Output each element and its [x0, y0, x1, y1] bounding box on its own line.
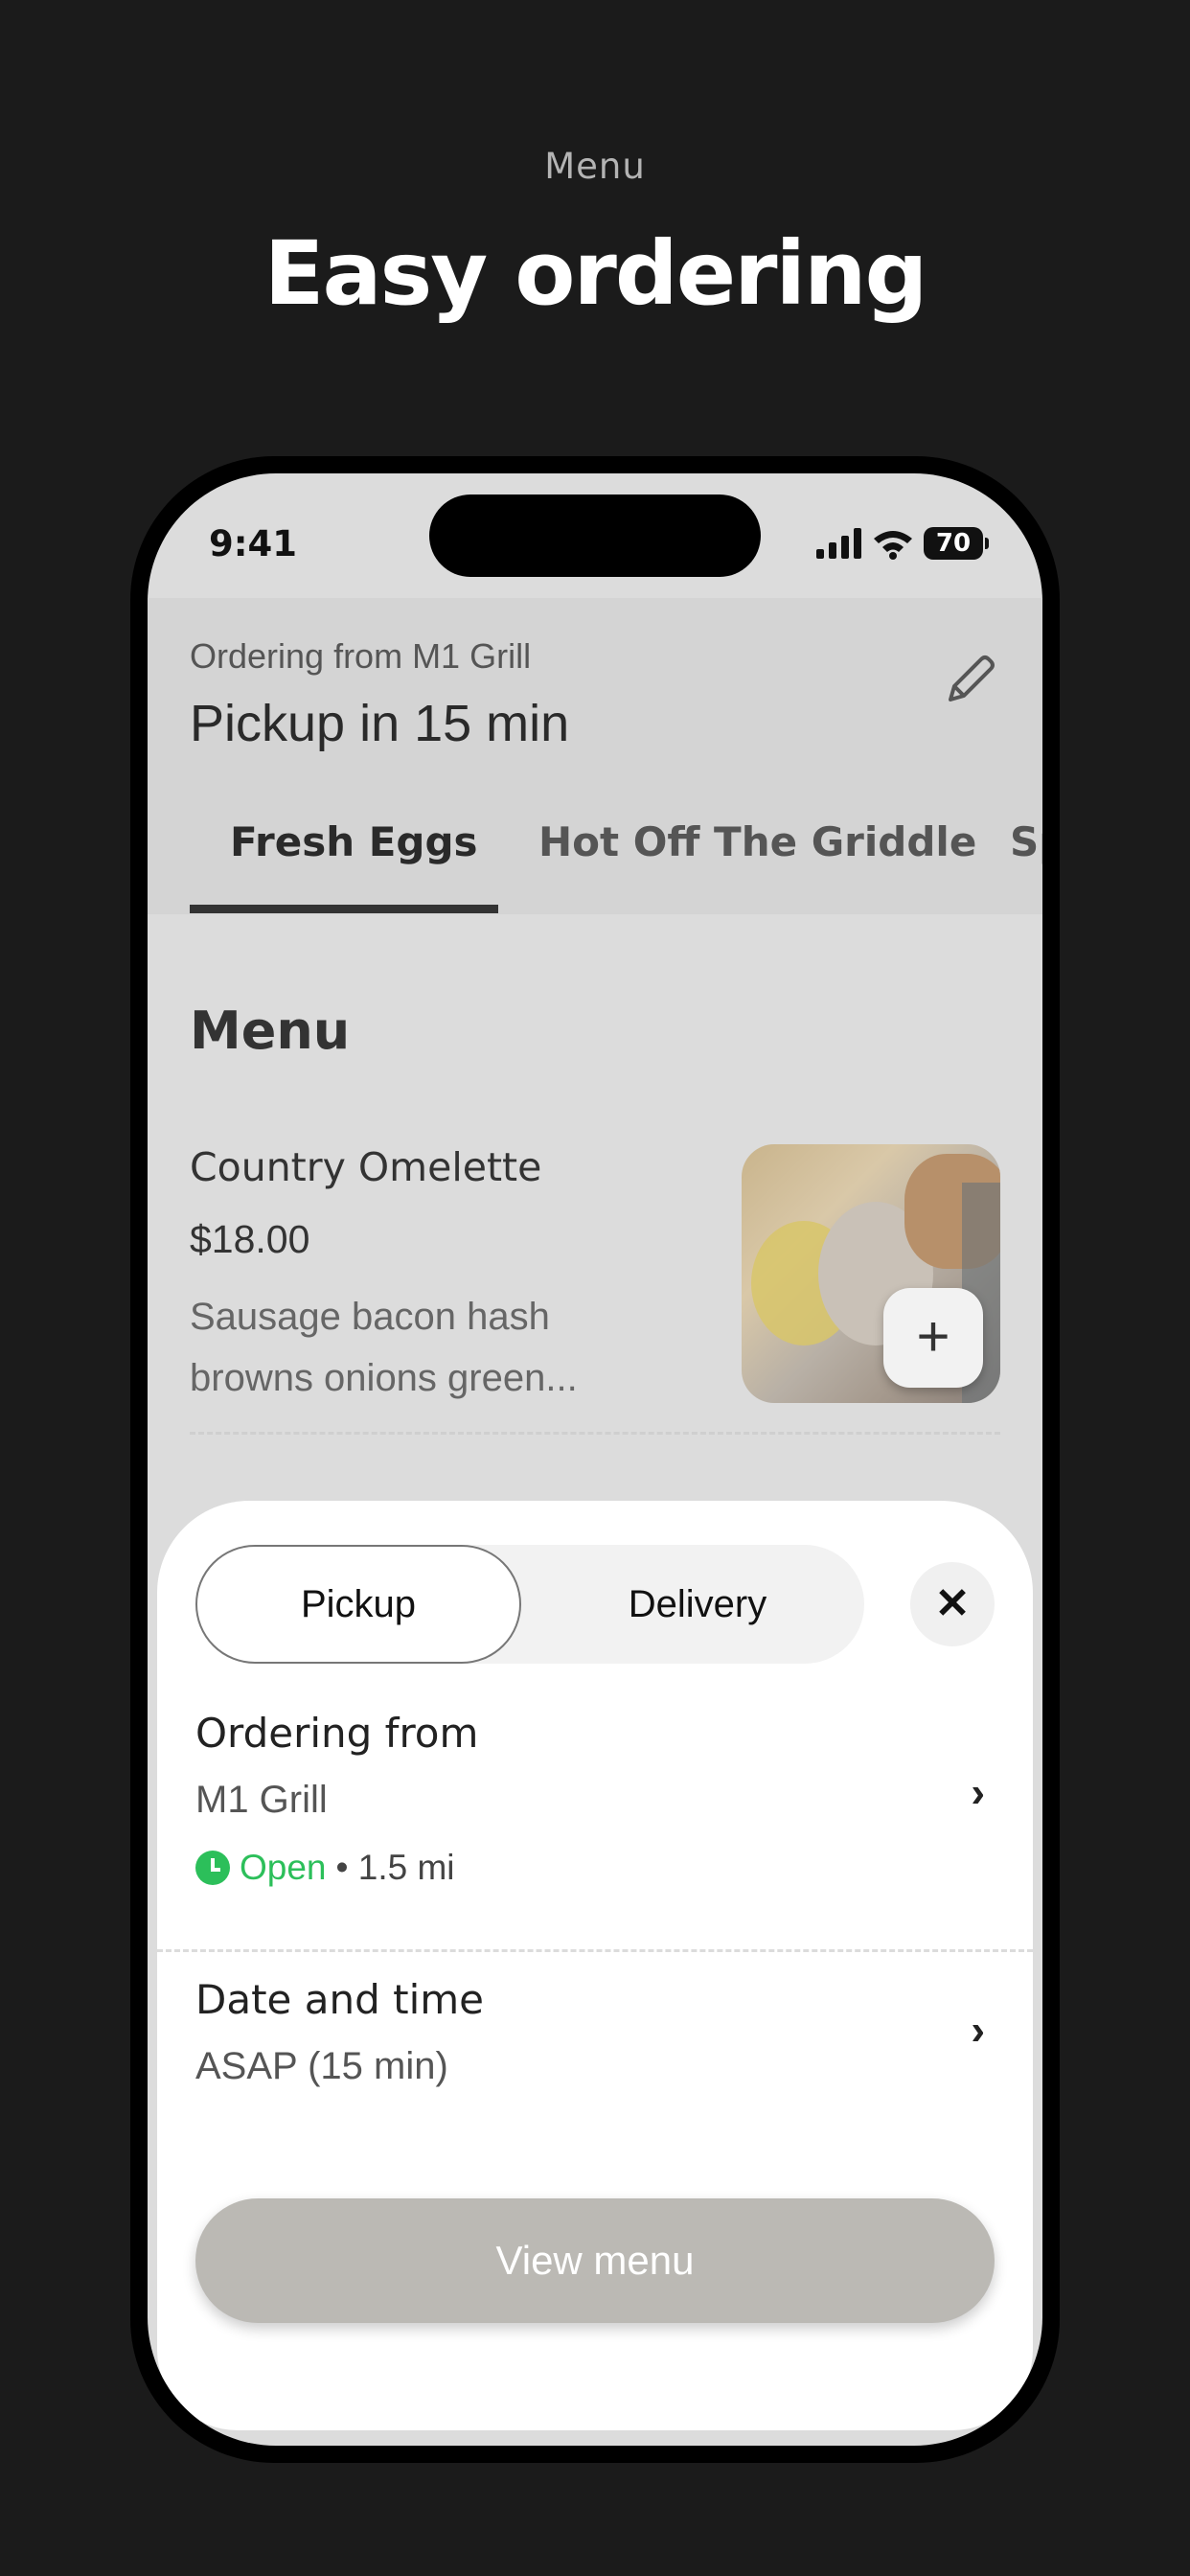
add-item-button[interactable]: + [883, 1288, 983, 1388]
item-description: Sausage bacon hash browns onions green..… [190, 1296, 578, 1399]
open-status: Open • 1.5 mi [195, 1848, 455, 1888]
date-time-value[interactable]: ASAP (15 min) [195, 2045, 448, 2088]
menu-section-title: Menu [190, 1000, 351, 1061]
close-icon[interactable]: ✕ [910, 1562, 995, 1646]
view-menu-button[interactable]: View menu [195, 2198, 995, 2323]
chevron-right-icon[interactable]: › [971, 1769, 985, 1817]
signal-icon [816, 528, 861, 559]
pickup-option[interactable]: Pickup [195, 1545, 521, 1664]
item-divider [190, 1432, 1000, 1435]
promo-title: Easy ordering [263, 222, 928, 325]
item-name[interactable]: Country Omelette [190, 1144, 541, 1190]
mode-toggle: Pickup Delivery [195, 1545, 864, 1664]
dynamic-island [429, 494, 761, 577]
phone-frame: 9:41 70 Ordering from M1 Grill Pickup in… [130, 456, 1060, 2463]
delivery-option[interactable]: Delivery [531, 1545, 864, 1664]
open-text: Open [240, 1848, 327, 1887]
promo-eyebrow: Menu [544, 146, 646, 187]
chevron-right-icon[interactable]: › [971, 2007, 985, 2055]
status-time: 9:41 [209, 523, 298, 564]
item-price: $18.00 [190, 1217, 310, 1261]
distance-text: • 1.5 mi [335, 1848, 455, 1887]
ordering-from-label: Ordering from M1 Grill [190, 636, 532, 676]
category-tabs: Fresh Eggs Hot Off The Griddle Sp [148, 790, 1042, 914]
date-time-heading[interactable]: Date and time [195, 1976, 484, 2023]
order-settings-sheet: Pickup Delivery ✕ Ordering from M1 Grill… [157, 1501, 1033, 2430]
pencil-icon[interactable] [937, 646, 1004, 713]
active-tab-indicator [190, 905, 498, 913]
phone-screen: 9:41 70 Ordering from M1 Grill Pickup in… [148, 473, 1042, 2446]
battery-icon: 70 [924, 527, 989, 560]
tab-hot-off-the-griddle[interactable]: Hot Off The Griddle [538, 818, 976, 865]
tab-fresh-eggs[interactable]: Fresh Eggs [230, 818, 478, 865]
pickup-time: Pickup in 15 min [190, 695, 570, 752]
clock-icon [195, 1851, 230, 1885]
ordering-from-heading[interactable]: Ordering from [195, 1710, 478, 1757]
restaurant-name[interactable]: M1 Grill [195, 1779, 328, 1822]
sheet-divider [157, 1949, 1033, 1952]
tab-specials[interactable]: Sp [1010, 818, 1042, 865]
status-icons: 70 [816, 527, 989, 560]
wifi-icon [874, 531, 912, 560]
order-header: Ordering from M1 Grill Pickup in 15 min … [148, 598, 1042, 914]
item-photo[interactable]: + [742, 1144, 1000, 1403]
status-bar: 9:41 70 [148, 473, 1042, 598]
